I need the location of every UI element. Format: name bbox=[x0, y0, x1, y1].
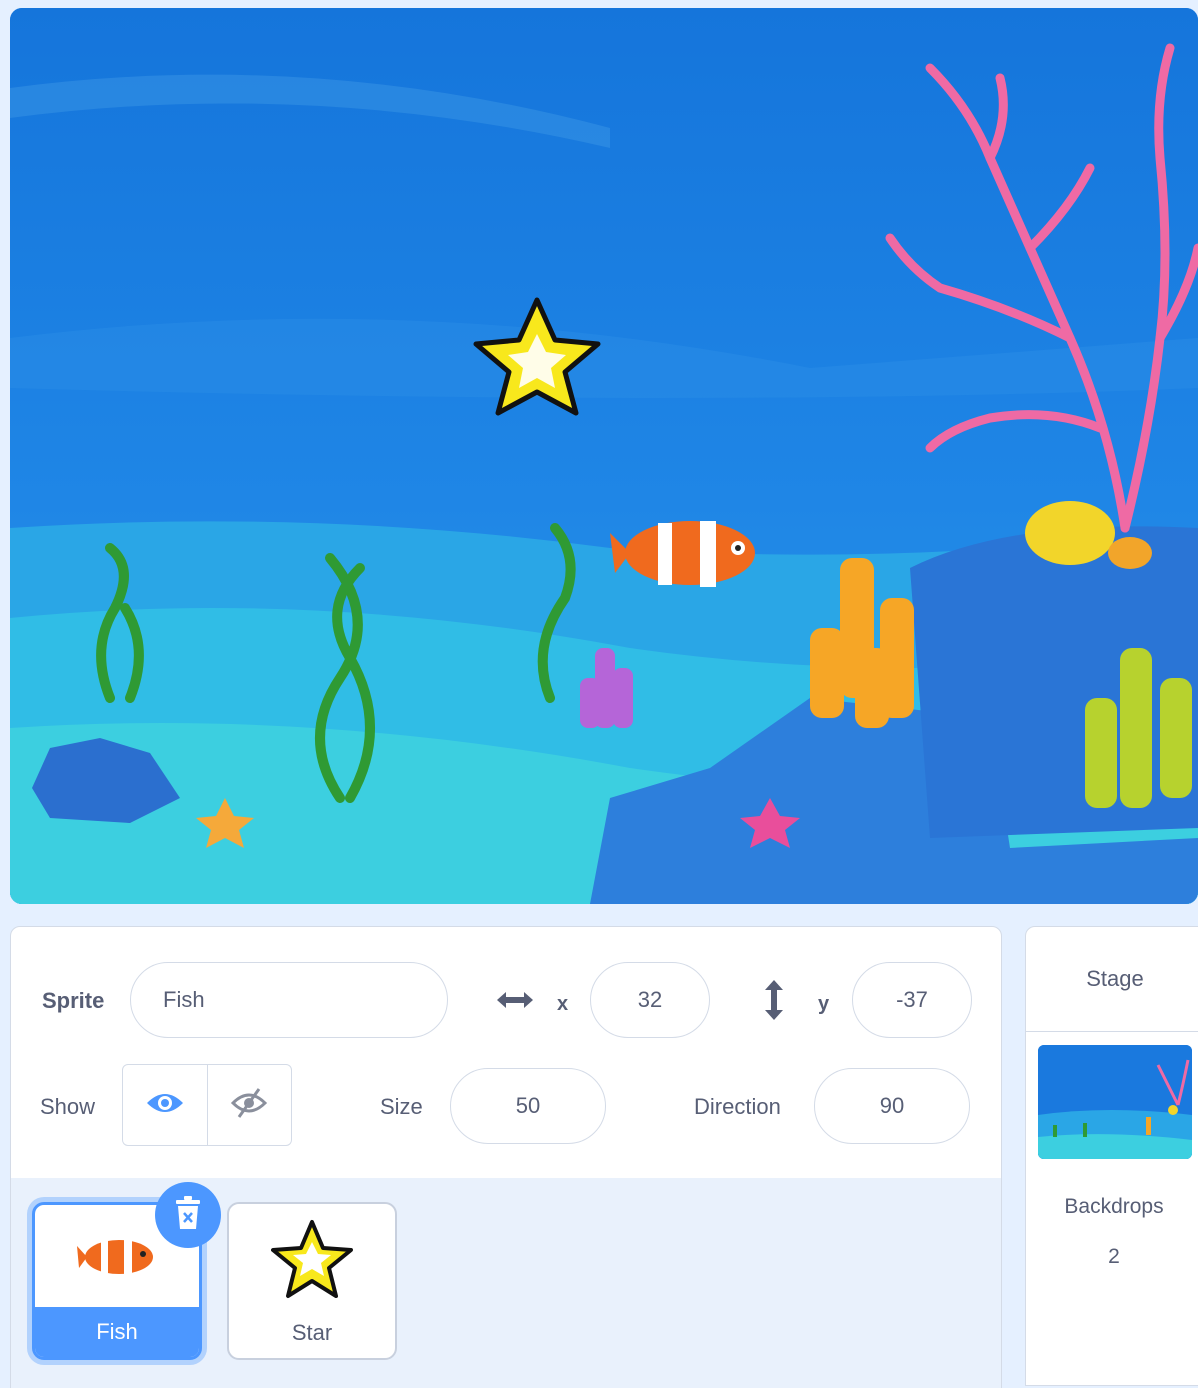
y-label: y bbox=[818, 993, 830, 1015]
backdrops-count: 2 bbox=[1108, 1245, 1120, 1268]
sprite-name-value: Fish bbox=[163, 987, 205, 1012]
underwater-backdrop bbox=[10, 8, 1198, 904]
show-label: Show bbox=[40, 1094, 96, 1119]
direction-value: 90 bbox=[879, 1093, 905, 1118]
y-position-input[interactable]: -37 bbox=[852, 962, 972, 1038]
horizontal-arrows-icon bbox=[494, 985, 536, 1020]
x-label: x bbox=[557, 993, 569, 1015]
sprite-tile-label: Star bbox=[291, 1320, 333, 1345]
clownfish-icon bbox=[75, 1233, 159, 1286]
star-icon bbox=[271, 1218, 353, 1305]
delete-sprite-button[interactable] bbox=[155, 1182, 221, 1248]
show-toggle-group bbox=[122, 1064, 292, 1146]
backdrops-label: Backdrops bbox=[1064, 1195, 1164, 1218]
size-input[interactable]: 50 bbox=[450, 1068, 606, 1144]
x-value: 32 bbox=[637, 987, 663, 1012]
size-value: 50 bbox=[515, 1093, 541, 1118]
stage-canvas[interactable] bbox=[10, 8, 1198, 904]
vertical-arrows-icon bbox=[762, 978, 786, 1027]
sprite-tile-label: Fish bbox=[35, 1307, 199, 1357]
direction-input[interactable]: 90 bbox=[814, 1068, 970, 1144]
show-visible-button[interactable] bbox=[123, 1065, 207, 1145]
stage-selector-pane[interactable]: Stage Backdrops 2 bbox=[1025, 926, 1198, 1386]
trash-icon bbox=[174, 1195, 202, 1235]
show-hidden-button[interactable] bbox=[206, 1065, 292, 1145]
sprite-tile-star[interactable]: Star bbox=[227, 1202, 397, 1360]
stage-header: Stage bbox=[1026, 927, 1198, 1032]
eye-icon bbox=[145, 1089, 185, 1122]
backdrop-thumbnail bbox=[1038, 1045, 1192, 1159]
x-position-input[interactable]: 32 bbox=[590, 962, 710, 1038]
direction-label: Direction bbox=[694, 1094, 781, 1119]
eye-slash-icon bbox=[229, 1086, 269, 1125]
size-label: Size bbox=[380, 1094, 423, 1119]
sprite-name-input[interactable]: Fish bbox=[130, 962, 448, 1038]
sprite-label: Sprite bbox=[42, 988, 105, 1013]
y-value: -37 bbox=[896, 987, 928, 1012]
